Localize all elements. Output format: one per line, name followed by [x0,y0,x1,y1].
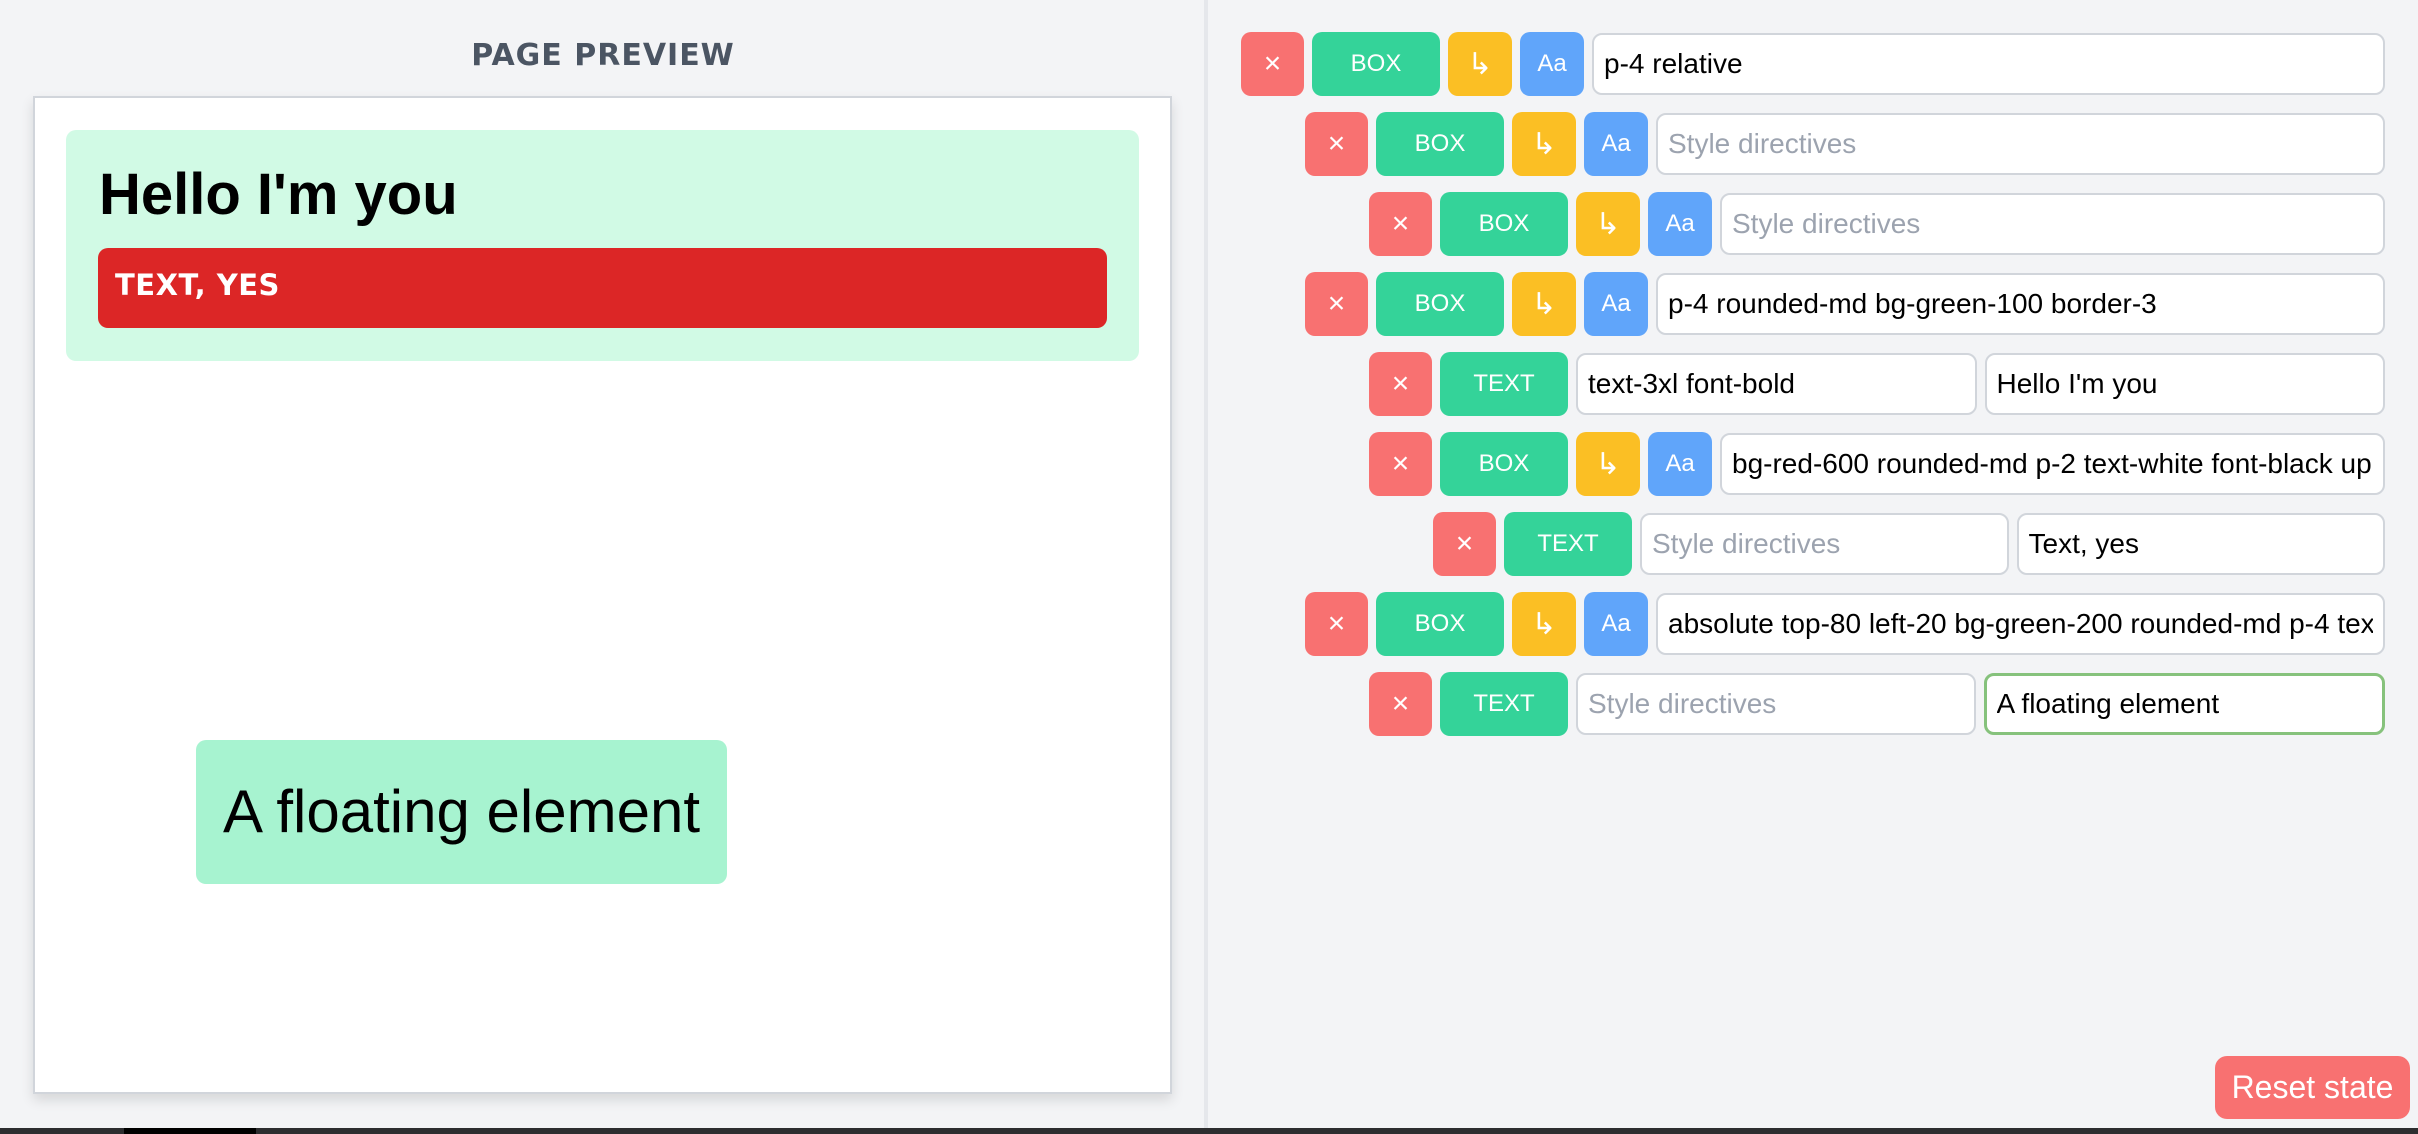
text-icon: Aa [1665,450,1695,477]
arrow-return-right-icon: ↳ [1595,207,1621,241]
element-type-button[interactable]: TEXT [1440,672,1568,736]
tree-row: × BOX ↳ Aa [1241,32,2385,96]
arrow-return-right-icon: ↳ [1595,447,1621,481]
close-icon: × [1391,687,1410,720]
style-directives-input[interactable] [1720,193,2385,255]
close-icon: × [1327,127,1346,160]
style-directives-input[interactable] [1656,273,2385,335]
add-child-box-button[interactable]: ↳ [1576,192,1640,256]
add-child-text-button[interactable]: Aa [1648,192,1712,256]
text-icon: Aa [1601,290,1631,317]
tree-row: × BOX ↳ Aa [1305,592,2385,656]
close-icon: × [1327,287,1346,320]
preview-red-text: Text, yes [115,268,280,302]
element-type-button[interactable]: BOX [1440,432,1568,496]
add-child-text-button[interactable]: Aa [1584,112,1648,176]
tree-row: × BOX ↳ Aa [1305,272,2385,336]
tree-row: × TEXT [1433,512,2385,576]
close-icon: × [1327,607,1346,640]
element-type-button[interactable]: TEXT [1440,352,1568,416]
element-type-button[interactable]: BOX [1440,192,1568,256]
add-child-box-button[interactable]: ↳ [1512,272,1576,336]
style-directives-input[interactable] [1576,353,1977,415]
tree-row: × TEXT [1369,352,2385,416]
close-icon: × [1263,47,1282,80]
add-child-box-button[interactable]: ↳ [1448,32,1512,96]
tree-row: × BOX ↳ Aa [1369,432,2385,496]
tree-row: × BOX ↳ Aa [1369,192,2385,256]
preview-floating-text: A floating element [223,778,700,845]
tree-row: × BOX ↳ Aa [1305,112,2385,176]
delete-button[interactable]: × [1305,272,1368,336]
close-icon: × [1391,367,1410,400]
preview-title: PAGE PREVIEW [471,38,735,73]
delete-button[interactable]: × [1305,112,1368,176]
tree-row: × TEXT [1369,672,2385,736]
text-content-input[interactable] [2016,513,2385,575]
delete-button[interactable]: × [1369,672,1432,736]
style-directives-input[interactable] [1720,433,2385,495]
text-icon: Aa [1601,610,1631,637]
text-icon: Aa [1665,210,1695,237]
style-directives-input[interactable] [1576,673,1976,735]
preview-frame: Hello I'm you Text, yes A floating eleme… [33,96,1172,1094]
add-child-text-button[interactable]: Aa [1584,272,1648,336]
add-child-text-button[interactable]: Aa [1520,32,1584,96]
style-directives-input[interactable] [1640,513,2009,575]
preview-red-box: Text, yes [98,248,1107,328]
pane-divider[interactable] [1204,0,1208,1128]
bottom-bar [0,1128,2418,1134]
element-type-button[interactable]: TEXT [1504,512,1632,576]
preview-pane: PAGE PREVIEW Hello I'm you Text, yes A f… [0,0,1206,1128]
add-child-box-button[interactable]: ↳ [1512,112,1576,176]
style-directives-input[interactable] [1592,33,2385,95]
element-type-button[interactable]: BOX [1376,272,1504,336]
close-icon: × [1391,447,1410,480]
close-icon: × [1455,527,1474,560]
preview-heading: Hello I'm you [99,162,458,227]
preview-floating-box: A floating element [196,740,727,884]
add-child-box-button[interactable]: ↳ [1512,592,1576,656]
arrow-return-right-icon: ↳ [1531,607,1557,641]
delete-button[interactable]: × [1369,432,1432,496]
text-content-input[interactable] [1983,673,2385,735]
add-child-text-button[interactable]: Aa [1648,432,1712,496]
delete-button[interactable]: × [1241,32,1304,96]
preview-green-box: Hello I'm you Text, yes [66,130,1139,361]
element-type-button[interactable]: BOX [1312,32,1440,96]
text-icon: Aa [1537,50,1567,77]
text-icon: Aa [1601,130,1631,157]
add-child-box-button[interactable]: ↳ [1576,432,1640,496]
reset-state-button[interactable]: Reset state [2215,1056,2410,1119]
bottom-bar-segment [124,1128,256,1134]
close-icon: × [1391,207,1410,240]
text-content-input[interactable] [1984,353,2385,415]
delete-button[interactable]: × [1433,512,1496,576]
element-type-button[interactable]: BOX [1376,592,1504,656]
arrow-return-right-icon: ↳ [1531,127,1557,161]
element-type-button[interactable]: BOX [1376,112,1504,176]
delete-button[interactable]: × [1369,352,1432,416]
arrow-return-right-icon: ↳ [1531,287,1557,321]
style-directives-input[interactable] [1656,113,2385,175]
delete-button[interactable]: × [1305,592,1368,656]
delete-button[interactable]: × [1369,192,1432,256]
add-child-text-button[interactable]: Aa [1584,592,1648,656]
style-directives-input[interactable] [1656,593,2385,655]
arrow-return-right-icon: ↳ [1467,47,1493,81]
